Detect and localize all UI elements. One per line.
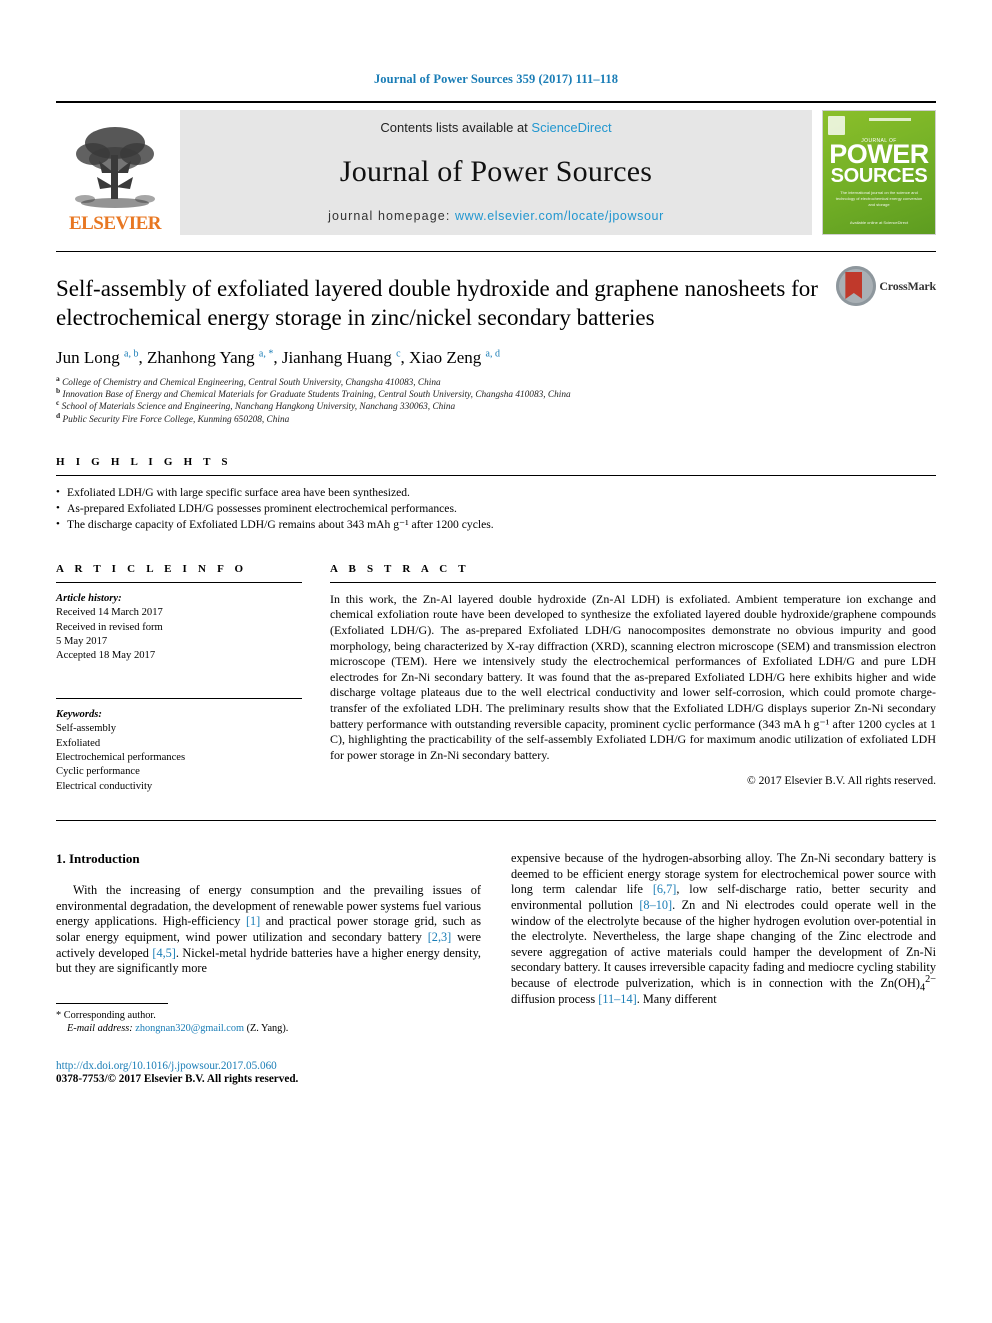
- affiliation-item: b Innovation Base of Energy and Chemical…: [56, 386, 571, 401]
- keyword-item: Cyclic performance: [56, 766, 140, 778]
- body-text-run: . Many different: [636, 991, 717, 1006]
- highlights-heading: H I G H L I G H T S: [56, 455, 232, 468]
- affiliation-list: a College of Chemistry and Chemical Engi…: [56, 373, 936, 426]
- abstract-heading: A B S T R A C T: [330, 562, 470, 575]
- keyword-item: Electrochemical performances: [56, 752, 186, 764]
- article-history-line: Received in revised form: [56, 621, 163, 633]
- cover-title-line1: POWER: [829, 139, 929, 169]
- crossmark-label: CrossMark: [879, 278, 936, 293]
- page-title: Self-assembly of exfoliated layered doub…: [56, 276, 818, 330]
- highlights-list: Exfoliated LDH/G with large specific sur…: [56, 484, 936, 533]
- cover-elsevier-logo-icon: [828, 116, 845, 135]
- body-column-left: 1. Introduction With the increasing of e…: [56, 851, 481, 1085]
- journal-masthead: ELSEVIER Contents lists available at Sci…: [56, 101, 936, 235]
- introduction-paragraph-left: With the increasing of energy consumptio…: [56, 883, 481, 977]
- email-note: E-mail address: zhongnan320@gmail.com (Z…: [56, 1022, 481, 1036]
- doi-link[interactable]: http://dx.doi.org/10.1016/j.jpowsour.201…: [56, 1060, 481, 1072]
- keywords-block: Keywords: Self-assembly Exfoliated Electro…: [56, 697, 302, 794]
- affiliation-item: a College of Chemistry and Chemical Engi…: [56, 373, 441, 388]
- article-history-line: Accepted 18 May 2017: [56, 650, 156, 662]
- citation-link[interactable]: [4,5]: [152, 946, 176, 960]
- keyword-item: Electrical conductivity: [56, 780, 153, 792]
- abstract-column: A B S T R A C T In this work, the Zn-Al …: [330, 563, 936, 794]
- keywords-rule: [56, 697, 302, 699]
- email-suffix: (Z. Yang).: [246, 1023, 289, 1035]
- elsevier-logo: ELSEVIER: [56, 110, 174, 235]
- author-name: Xiao Zeng: [409, 348, 486, 367]
- elsevier-tree-icon: [75, 127, 155, 208]
- citation-link[interactable]: [11–14]: [598, 992, 636, 1006]
- keyword-item: Exfoliated: [56, 737, 101, 749]
- keywords-label: Keywords:: [56, 708, 102, 720]
- author-name: Jianhang Huang: [281, 348, 397, 367]
- body-text-run: diffusion process: [511, 991, 599, 1006]
- abstract-text: In this work, the Zn-Al layered double h…: [330, 591, 936, 762]
- author-affiliation-mark: c: [396, 348, 401, 360]
- article-history-line: Received 14 March 2017: [56, 607, 163, 619]
- abstract-copyright: © 2017 Elsevier B.V. All rights reserved…: [747, 775, 936, 788]
- corresponding-author-label: Corresponding author.: [63, 1009, 156, 1021]
- email-label: E-mail address:: [67, 1023, 133, 1035]
- affiliation-item: c School of Materials Science and Engine…: [56, 398, 456, 413]
- crossmark-icon: [836, 266, 877, 306]
- info-abstract-row: A R T I C L E I N F O Article history: R…: [56, 563, 936, 794]
- contents-bar: Contents lists available at ScienceDirec…: [180, 110, 812, 235]
- body-columns: 1. Introduction With the increasing of e…: [56, 851, 936, 1085]
- paper-page: Journal of Power Sources 359 (2017) 111–…: [0, 0, 992, 1323]
- affiliation-item: d Public Security Fire Force College, Ku…: [56, 410, 290, 425]
- author-affiliation-mark: a, b: [124, 348, 139, 360]
- footnote-rule: [56, 1002, 168, 1004]
- article-info-column: A R T I C L E I N F O Article history: R…: [56, 563, 302, 794]
- article-history-block: Article history: Received 14 March 2017 R…: [56, 592, 302, 664]
- journal-title: Journal of Power Sources: [339, 155, 653, 188]
- title-block: CrossMark Self-assembly of exfoliated la…: [56, 252, 936, 426]
- journal-cover-thumbnail: JOURNAL OF POWER SOURCES The internation…: [822, 110, 936, 235]
- article-history-label: Article history:: [56, 592, 122, 604]
- issn-copyright-line: 0378-7753/© 2017 Elsevier B.V. All right…: [56, 1073, 299, 1086]
- article-history-lines: Received 14 March 2017 Received in revise…: [56, 606, 302, 664]
- homepage-prefix: journal homepage:: [328, 209, 455, 223]
- running-head: Journal of Power Sources 359 (2017) 111–…: [373, 72, 619, 86]
- cover-title-line2: SOURCES: [830, 165, 928, 187]
- introduction-heading: 1. Introduction: [56, 851, 140, 867]
- crossmark-badge[interactable]: CrossMark: [836, 266, 936, 306]
- journal-homepage-link[interactable]: www.elsevier.com/locate/jpowsour: [455, 209, 664, 223]
- highlight-item: Exfoliated LDH/G with large specific sur…: [56, 484, 936, 501]
- article-info-heading: A R T I C L E I N F O: [56, 562, 248, 575]
- cover-subtitle: The international journal on the science…: [835, 190, 923, 207]
- cover-footer: Available online at ScienceDirect: [849, 220, 909, 225]
- contents-prefix: Contents lists available at: [380, 120, 532, 135]
- author-name: Zhanhong Yang: [146, 348, 259, 367]
- journal-homepage-line: journal homepage: www.elsevier.com/locat…: [328, 209, 664, 223]
- asterisk-icon: *: [56, 1009, 62, 1021]
- corresponding-author-note: * Corresponding author.: [56, 1009, 481, 1023]
- citation-link[interactable]: [8–10]: [639, 898, 672, 912]
- abstract-rule: [330, 581, 936, 583]
- highlight-item: The discharge capacity of Exfoliated LDH…: [56, 516, 936, 533]
- citation-link[interactable]: [2,3]: [428, 930, 452, 944]
- body-divider: [56, 820, 936, 822]
- keywords-lines: Self-assembly Exfoliated Electrochemical p…: [56, 722, 302, 794]
- footnote-block: * Corresponding author. E-mail address: …: [56, 1002, 481, 1085]
- highlights-section: H I G H L I G H T S Exfoliated LDH/G wit…: [56, 456, 936, 533]
- highlight-item: As-prepared Exfoliated LDH/G possesses p…: [56, 500, 936, 517]
- citation-link[interactable]: [6,7]: [653, 882, 677, 896]
- doi-block: http://dx.doi.org/10.1016/j.jpowsour.201…: [56, 1060, 481, 1085]
- author-name: Jun Long: [56, 348, 124, 367]
- highlights-rule: [56, 474, 936, 476]
- email-link[interactable]: zhongnan320@gmail.com: [135, 1023, 244, 1034]
- article-info-rule: [56, 581, 302, 583]
- introduction-paragraph-right: expensive because of the hydrogen-absorb…: [511, 851, 936, 1006]
- author-affiliation-mark: a, d: [485, 348, 500, 360]
- article-history-line: 5 May 2017: [56, 636, 108, 648]
- citation-link[interactable]: [1]: [246, 914, 260, 928]
- body-column-right: expensive because of the hydrogen-absorb…: [511, 851, 936, 1085]
- keyword-item: Self-assembly: [56, 723, 117, 735]
- cover-top-rule: [869, 118, 911, 121]
- author-affiliation-mark: a, *: [258, 348, 274, 360]
- contents-available-line: Contents lists available at ScienceDirec…: [380, 120, 611, 135]
- author-list: Jun Long a, b, Zhanhong Yang a, *, Jianh…: [56, 348, 500, 367]
- sciencedirect-link[interactable]: ScienceDirect: [531, 120, 611, 135]
- elsevier-wordmark: ELSEVIER: [68, 213, 162, 234]
